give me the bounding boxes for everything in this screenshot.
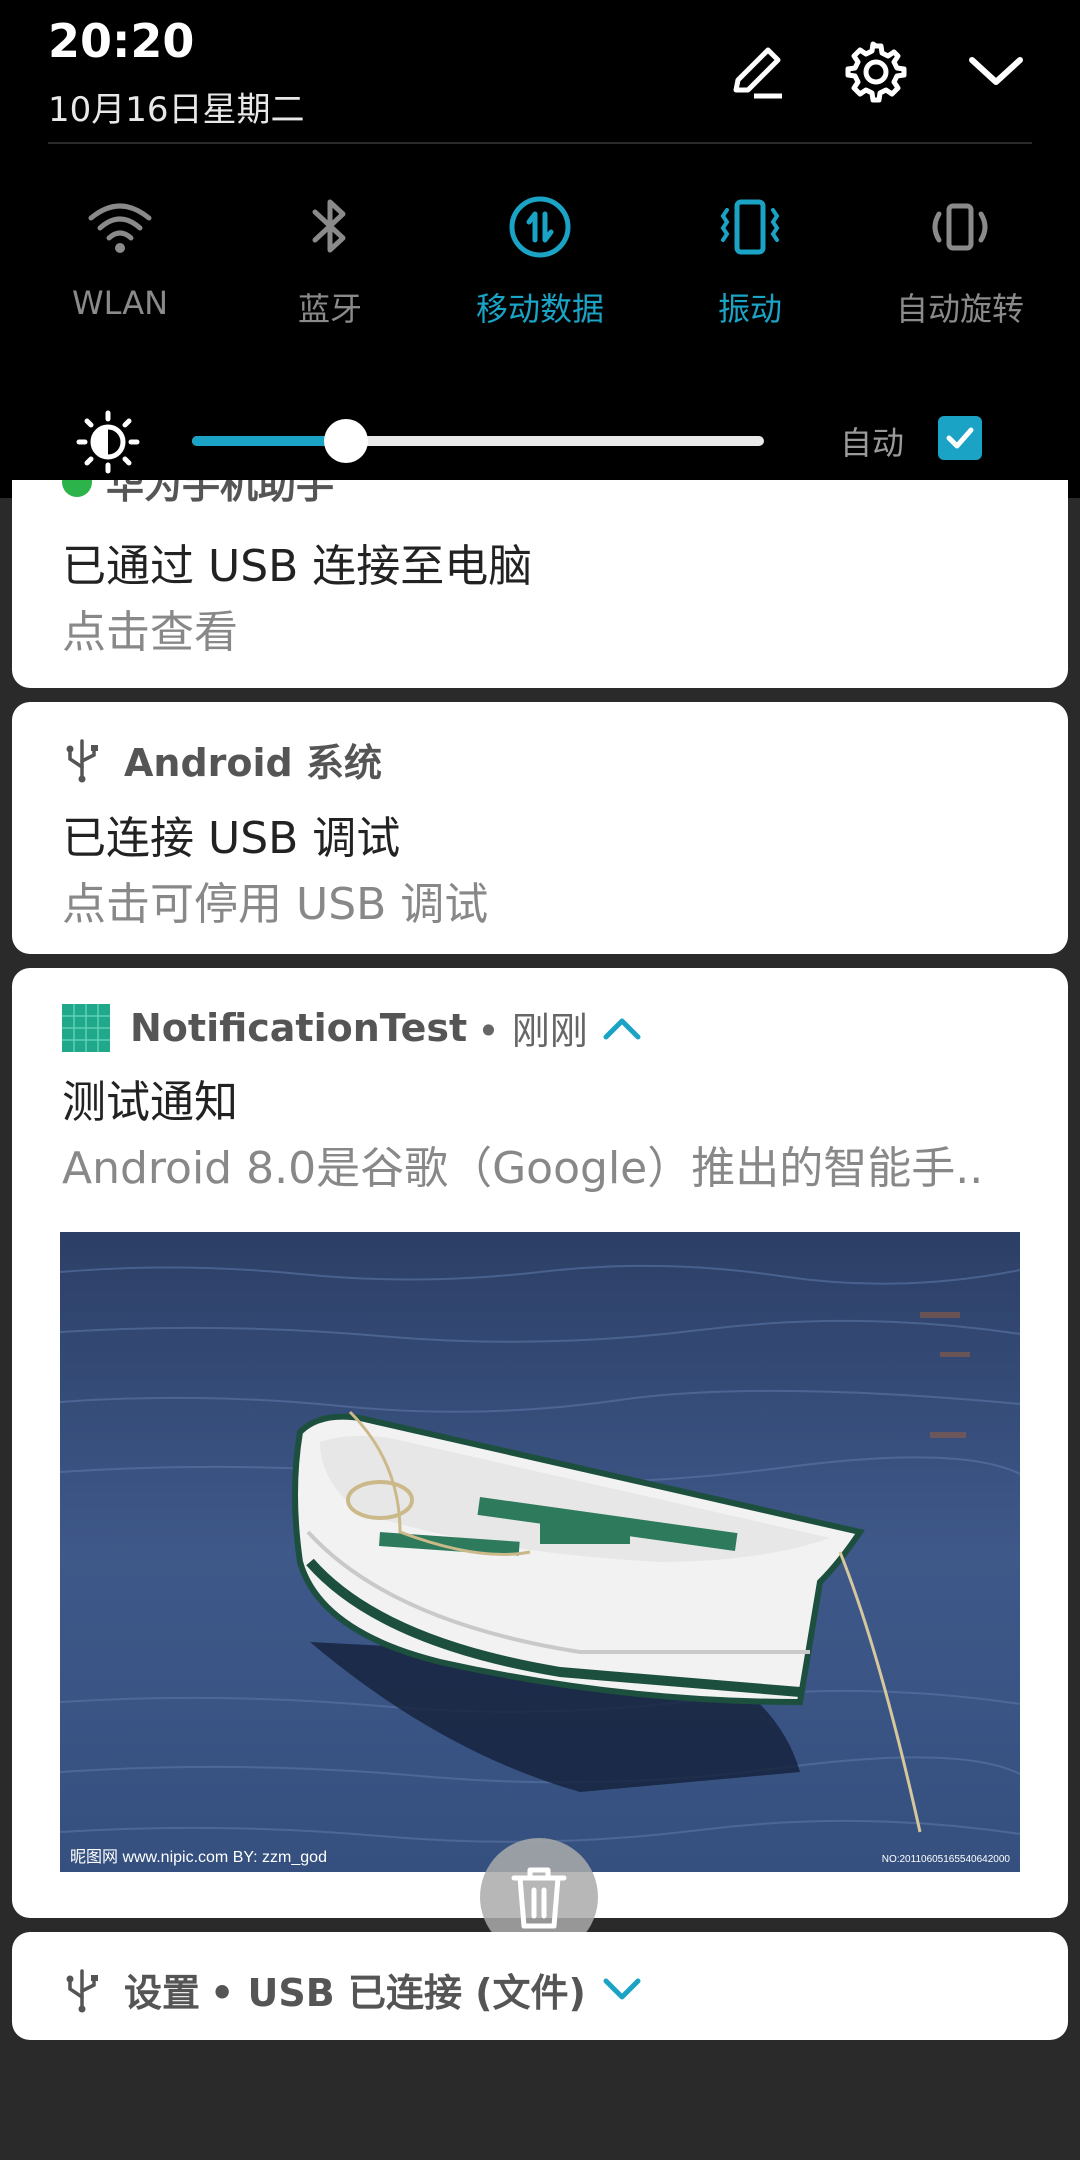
notification-title: 已连接 USB 调试	[62, 813, 401, 864]
tile-wlan[interactable]: WLAN	[20, 192, 220, 322]
tile-mobile-data-label: 移动数据	[475, 290, 604, 328]
notification-header: 设置 • USB 已连接 (文件)	[62, 1962, 644, 2017]
tile-bluetooth[interactable]: 蓝牙	[230, 192, 430, 330]
brightness-slider-fill	[192, 436, 347, 446]
boat-photo: 昵图网 www.nipic.com BY: zzm_god NO:2011060…	[60, 1232, 1020, 1872]
app-name: Android 系统	[124, 741, 382, 785]
photo-watermark-right: NO:20110605165540642000	[882, 1854, 1011, 1865]
notification-title: 测试通知	[62, 1077, 238, 1128]
expand-chevron-down-icon[interactable]	[600, 1975, 644, 2005]
auto-brightness-checkbox[interactable]	[938, 416, 982, 460]
tile-vibrate[interactable]: 振动	[650, 192, 850, 330]
notification-body: Android 8.0是谷歌（Google）推出的智能手..	[62, 1143, 984, 1194]
mobile-data-icon	[509, 196, 571, 258]
notification-settings-usb[interactable]: 设置 • USB 已连接 (文件)	[12, 1932, 1068, 2040]
notification-body: 点击查看	[62, 607, 238, 658]
notification-test[interactable]: NotificationTest • 刚刚 测试通知 Android 8.0是谷…	[12, 968, 1068, 1918]
vibrate-icon	[720, 199, 780, 255]
notification-usb-assistant[interactable]: 华为手机助手 已通过 USB 连接至电脑 点击查看	[12, 480, 1068, 688]
settings-gear-icon[interactable]	[844, 40, 908, 104]
notification-header: NotificationTest • 刚刚	[62, 1000, 644, 1055]
wifi-icon	[88, 203, 152, 253]
notification-summary: • USB 已连接 (文件)	[210, 1971, 586, 2015]
brightness-slider-thumb[interactable]	[324, 419, 369, 463]
collapse-chevron-icon[interactable]	[964, 40, 1028, 104]
auto-rotate-icon	[932, 203, 988, 251]
app-name: 华为手机助手	[106, 480, 335, 507]
status-date: 10月16日星期二	[48, 90, 305, 130]
notification-android-system[interactable]: Android 系统 已连接 USB 调试 点击可停用 USB 调试	[12, 702, 1068, 954]
status-time: 20:20	[48, 14, 195, 68]
tile-wlan-label: WLAN	[71, 284, 169, 322]
tile-auto-rotate-label: 自动旋转	[895, 290, 1024, 328]
usb-icon	[66, 1968, 98, 2012]
photo-watermark-left: 昵图网 www.nipic.com BY: zzm_god	[70, 1849, 327, 1866]
usb-icon	[66, 738, 98, 782]
app-name: 设置	[124, 1971, 201, 2015]
auto-brightness-label: 自动	[840, 424, 905, 462]
app-icon	[62, 480, 92, 497]
expand-chevron-up-icon[interactable]	[600, 1013, 644, 1043]
edit-icon[interactable]	[724, 40, 788, 104]
quick-settings-panel: 20:20 10月16日星期二 WLAN 蓝牙 移动数据 振动 自动旋转 自动	[0, 0, 1080, 498]
header-divider	[48, 142, 1032, 144]
tile-bluetooth-label: 蓝牙	[297, 290, 362, 328]
notification-header: Android 系统	[62, 732, 382, 787]
notification-header: 华为手机助手	[62, 480, 334, 509]
tile-mobile-data[interactable]: 移动数据	[440, 192, 640, 330]
bluetooth-icon	[312, 199, 346, 253]
notification-body: 点击可停用 USB 调试	[62, 879, 489, 930]
brightness-slider[interactable]	[192, 419, 764, 463]
notificationtest-app-icon	[62, 1003, 110, 1052]
notification-time: • 刚刚	[477, 1009, 588, 1053]
notification-title: 已通过 USB 连接至电脑	[62, 541, 533, 592]
app-name: NotificationTest	[130, 1005, 468, 1050]
tile-vibrate-label: 振动	[717, 290, 782, 328]
tile-auto-rotate[interactable]: 自动旋转	[860, 192, 1060, 330]
brightness-row: 自动	[0, 398, 1080, 482]
brightness-icon	[76, 410, 140, 474]
